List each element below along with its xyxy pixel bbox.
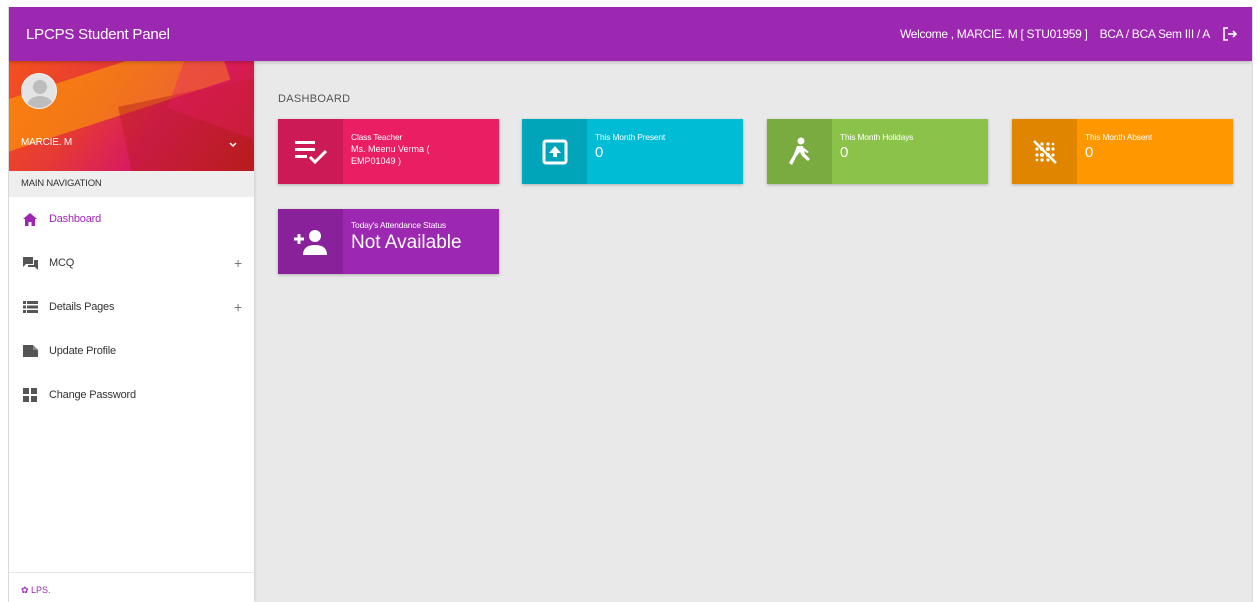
walking-person-icon: [767, 119, 832, 184]
grid-icon: [22, 388, 38, 402]
info-box-month-holidays: This Month Holidays 0: [767, 119, 988, 184]
list-icon: [22, 300, 38, 314]
info-box-class-teacher: Class Teacher Ms. Meenu Verma ( EMP01049…: [278, 119, 499, 184]
expand-plus-icon[interactable]: +: [234, 299, 242, 315]
blur-off-icon: [1012, 119, 1077, 184]
info-box-month-absent: This Month Absent 0: [1012, 119, 1233, 184]
sidebar-item-update-profile[interactable]: Update Profile: [9, 329, 254, 373]
chat-icon: [22, 256, 38, 270]
info-box-value: 0: [840, 144, 849, 161]
sidebar-item-label: Dashboard: [49, 213, 102, 225]
topbar-user-info: Welcome , MARCIE. M [ STU01959 ] BCA / B…: [900, 26, 1238, 42]
playlist-check-icon: [278, 119, 343, 184]
expand-plus-icon[interactable]: +: [234, 255, 242, 271]
sidebar: MARCIE. M MAIN NAVIGATION Dashboard MCQ …: [9, 61, 254, 602]
sidebar-item-dashboard[interactable]: Dashboard: [9, 197, 254, 241]
sidebar-item-label: MCQ: [49, 257, 75, 269]
chevron-down-icon[interactable]: [228, 137, 238, 148]
info-box-label: This Month Absent: [1085, 132, 1152, 142]
page-title: DASHBOARD: [278, 93, 351, 105]
upload-box-icon: [522, 119, 587, 184]
user-panel: MARCIE. M: [9, 61, 254, 171]
app-frame: LPCPS Student Panel Welcome , MARCIE. M …: [8, 7, 1253, 602]
logout-icon[interactable]: [1222, 26, 1238, 42]
sidebar-item-mcq[interactable]: MCQ +: [9, 241, 254, 285]
sidebar-item-label: Details Pages: [49, 301, 115, 313]
nav-header: MAIN NAVIGATION: [9, 171, 254, 197]
lotus-icon: ✿: [21, 585, 32, 595]
info-box-label: This Month Holidays: [840, 132, 914, 142]
sidebar-item-details-pages[interactable]: Details Pages +: [9, 285, 254, 329]
home-icon: [22, 212, 38, 226]
main-content: DASHBOARD Class Teacher Ms. Meenu Verma …: [254, 61, 1252, 602]
welcome-text: Welcome , MARCIE. M [ STU01959 ]: [900, 27, 1088, 41]
person-add-icon: [278, 209, 343, 274]
info-box-attendance-status: Today's Attendance Status Not Available: [278, 209, 499, 274]
sidebar-footer: ✿ LPS.: [9, 572, 254, 602]
course-text: BCA / BCA Sem III / A: [1099, 27, 1211, 41]
info-box-value: Not Available: [351, 232, 462, 253]
brand-title[interactable]: LPCPS Student Panel: [26, 26, 170, 43]
sidebar-item-label: Change Password: [49, 389, 136, 401]
footer-text: LPS.: [31, 585, 51, 595]
info-box-value: Ms. Meenu Verma ( EMP01049 ): [351, 144, 430, 166]
info-box-label: Class Teacher: [351, 132, 403, 142]
info-box-label: Today's Attendance Status: [351, 220, 446, 230]
folder-icon: [22, 344, 38, 358]
info-box-month-present: This Month Present 0: [522, 119, 743, 184]
sidebar-item-label: Update Profile: [49, 345, 116, 357]
avatar: [21, 73, 57, 109]
user-name: MARCIE. M: [21, 137, 72, 148]
sidebar-item-change-password[interactable]: Change Password: [9, 373, 254, 417]
top-navbar: LPCPS Student Panel Welcome , MARCIE. M …: [9, 7, 1252, 61]
info-box-label: This Month Present: [595, 132, 666, 142]
info-box-value: 0: [595, 144, 604, 161]
info-box-value: 0: [1085, 144, 1094, 161]
